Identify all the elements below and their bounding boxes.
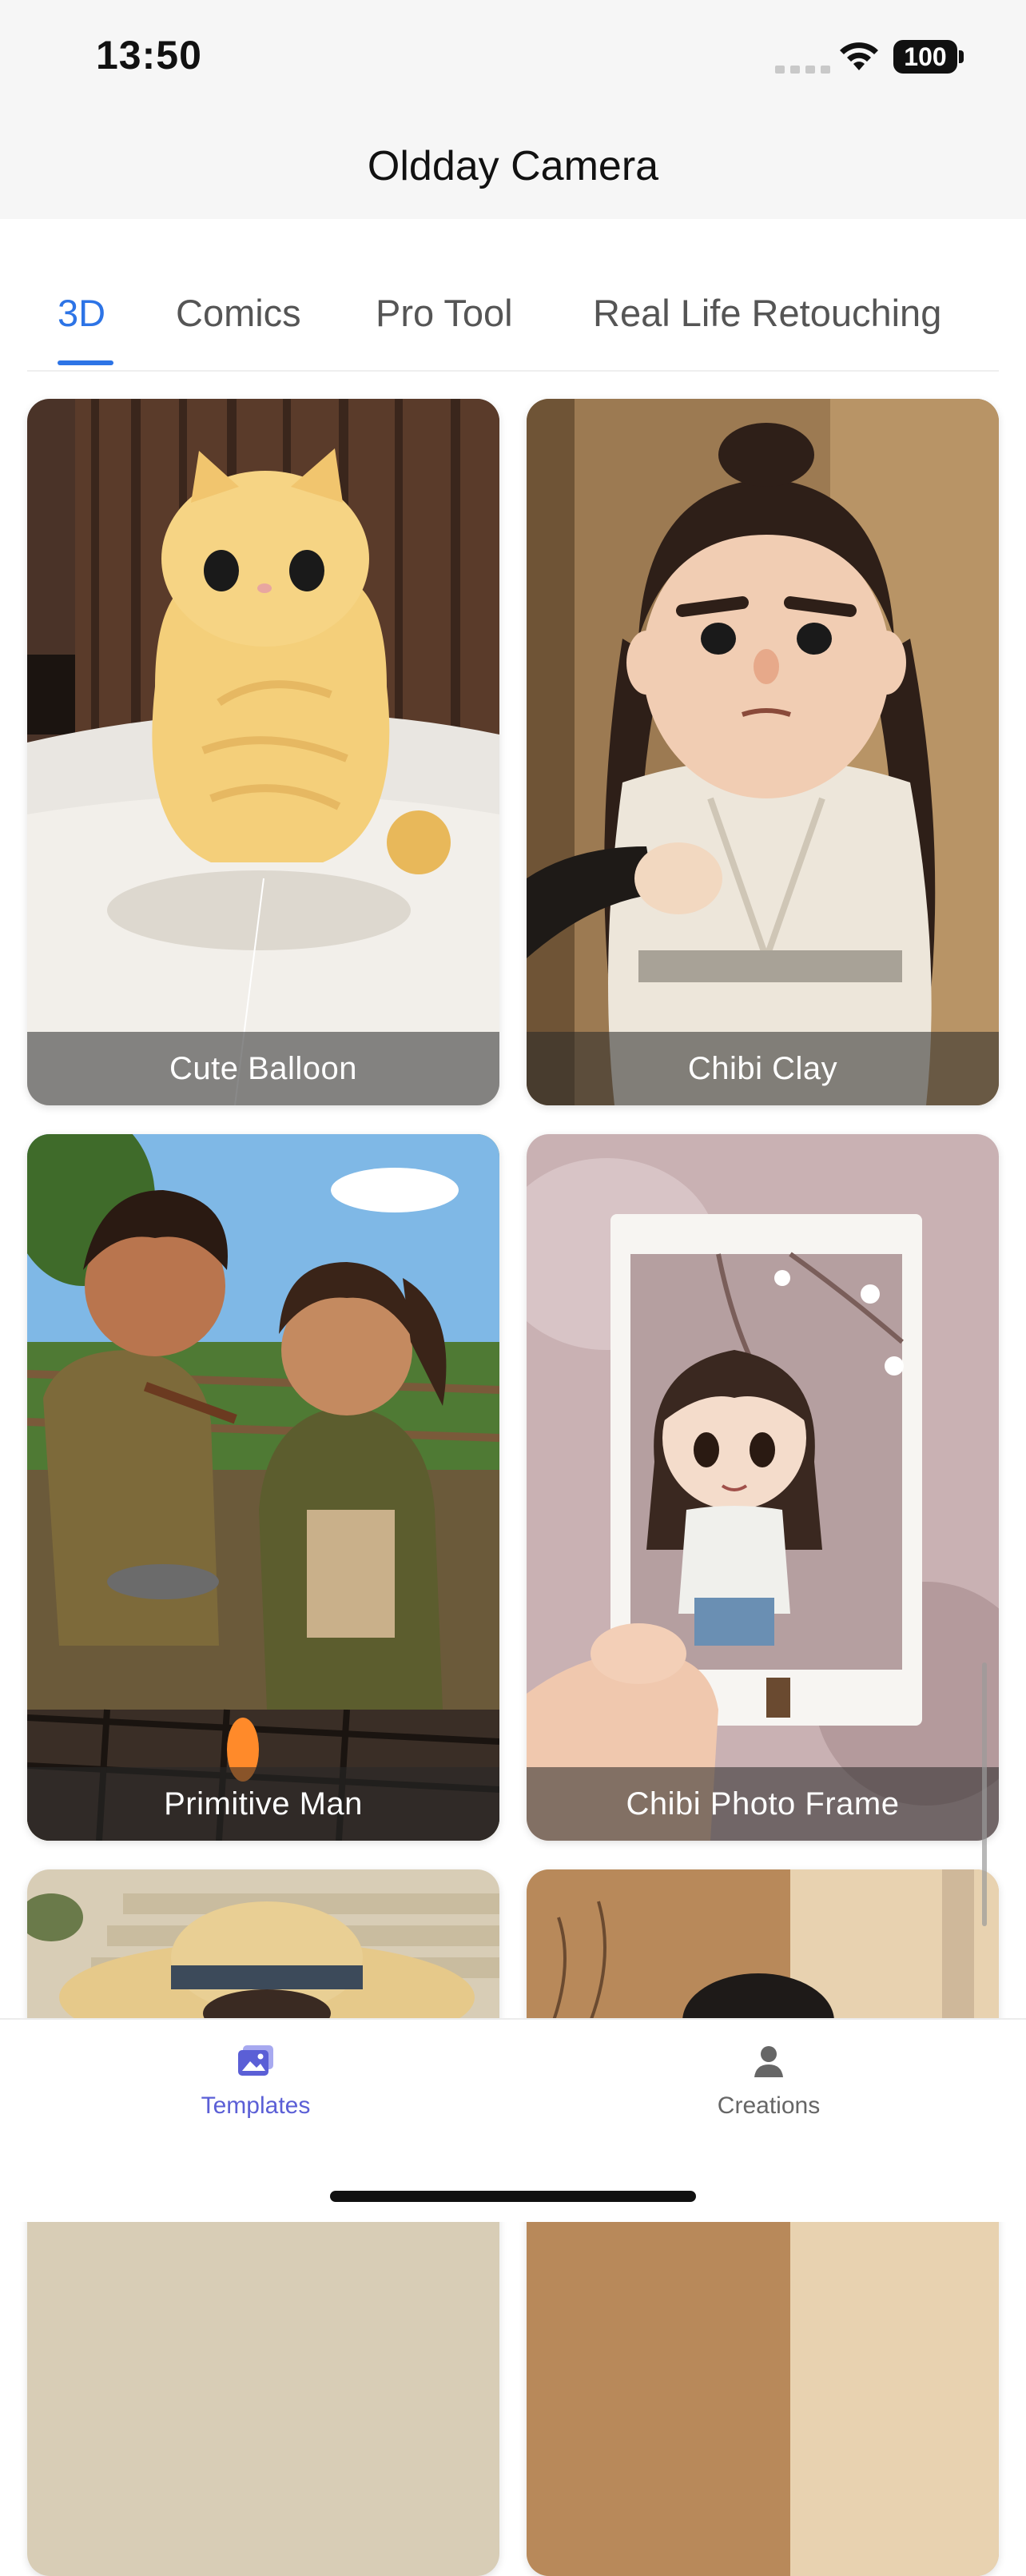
nav-templates-label: Templates — [201, 2092, 311, 2119]
active-tab-indicator — [58, 360, 113, 365]
person-icon — [754, 2046, 783, 2077]
app-title: Oldday Camera — [367, 143, 659, 189]
nav-creations[interactable]: Creations — [665, 2044, 873, 2120]
wifi-icon — [840, 42, 878, 70]
battery-indicator: 100 — [893, 40, 957, 74]
tabs-divider — [27, 370, 999, 372]
template-card[interactable] — [527, 1869, 999, 2576]
chibi-photo-frame-image — [527, 1134, 999, 1841]
card-label: Cute Balloon — [27, 1032, 499, 1105]
template-image — [527, 1869, 999, 2576]
tab-3d[interactable]: 3D — [58, 291, 105, 335]
chibi-clay-image — [527, 399, 999, 1105]
template-card-cute-balloon[interactable]: Cute Balloon — [27, 399, 499, 1105]
templates-icon — [238, 2045, 273, 2076]
template-card[interactable] — [27, 1869, 499, 2576]
card-label: Chibi Photo Frame — [527, 1767, 999, 1841]
cute-balloon-image — [27, 399, 499, 1105]
template-card-chibi-photo-frame[interactable]: Chibi Photo Frame — [527, 1134, 999, 1841]
tab-pro-tool[interactable]: Pro Tool — [376, 291, 513, 335]
cellular-signal-icon — [775, 66, 830, 74]
nav-creations-label: Creations — [717, 2092, 821, 2119]
nav-templates[interactable]: Templates — [152, 2044, 360, 2120]
battery-tip — [959, 50, 964, 63]
tab-comics[interactable]: Comics — [176, 291, 301, 335]
home-indicator[interactable] — [330, 2191, 696, 2202]
category-tabs: 3D Comics Pro Tool Real Life Retouching — [0, 219, 1026, 372]
card-label: Chibi Clay — [527, 1032, 999, 1105]
status-time: 13:50 — [96, 33, 202, 78]
status-bar: 13:50 100 — [0, 0, 1026, 120]
card-label: Primitive Man — [27, 1767, 499, 1841]
app-header: Oldday Camera — [0, 120, 1026, 219]
tab-real-life-retouching[interactable]: Real Life Retouching — [593, 291, 941, 335]
template-card-primitive-man[interactable]: Primitive Man — [27, 1134, 499, 1841]
template-image — [27, 1869, 499, 2576]
scrollbar[interactable] — [982, 1662, 987, 1926]
primitive-man-image — [27, 1134, 499, 1841]
template-card-chibi-clay[interactable]: Chibi Clay — [527, 399, 999, 1105]
